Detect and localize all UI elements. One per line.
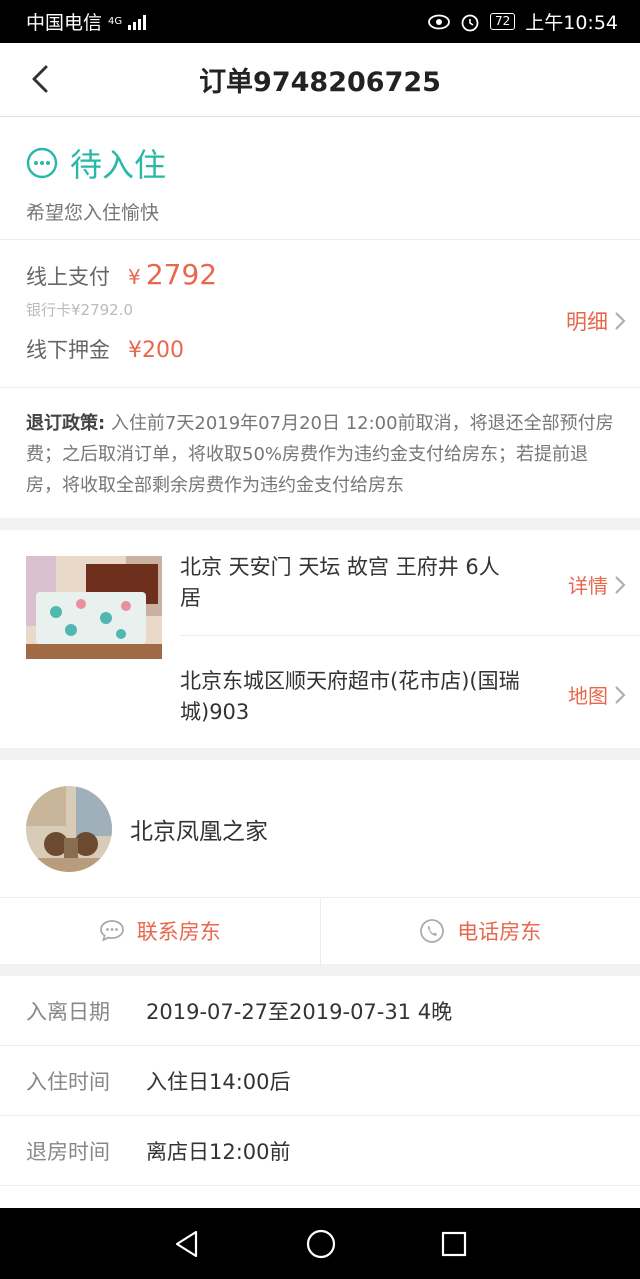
host-section[interactable]: 北京凤凰之家: [0, 760, 640, 898]
deposit-label: 线下押金: [26, 338, 110, 362]
info-value: 2019-07-27至2019-07-31 4晚: [146, 999, 453, 1024]
house-photo[interactable]: [26, 556, 162, 659]
info-value: 离店日12:00前: [146, 1139, 291, 1164]
checkin-time-row: 入住时间 入住日14:00后: [0, 1046, 640, 1116]
status-bar: 中国电信 4G 72 上午10:54: [0, 0, 640, 43]
nav-back-icon[interactable]: [172, 1229, 202, 1259]
currency-symbol: ¥: [128, 265, 141, 289]
online-payment-label: 线上支付: [26, 265, 110, 289]
contact-actions: 联系房东 电话房东: [0, 898, 640, 964]
host-avatar-image: [26, 785, 112, 872]
stay-info-list: 入离日期 2019-07-27至2019-07-31 4晚 入住时间 入住日14…: [0, 976, 640, 1186]
network-label: 4G: [108, 16, 123, 27]
section-divider: [0, 964, 640, 976]
section-divider: [0, 748, 640, 760]
house-title-row[interactable]: 北京 天安门 天坛 故宫 王府井 6人居 详情: [180, 530, 640, 636]
order-status-title: 待入住: [70, 146, 167, 184]
nav-bar: 订单9748206725: [0, 43, 640, 117]
order-status-subtitle: 希望您入住愉快: [26, 202, 160, 224]
order-status-section: 待入住 希望您入住愉快: [0, 118, 640, 240]
online-payment-row: 线上支付 ¥ 2792: [26, 258, 614, 291]
section-divider: [0, 518, 640, 530]
status-bar-right: 72 上午10:54: [428, 8, 618, 35]
host-avatar[interactable]: [26, 785, 112, 872]
back-arrow-icon[interactable]: [24, 63, 56, 95]
map-label: 地图: [568, 684, 608, 708]
contact-host-button[interactable]: 联系房东: [0, 898, 320, 964]
deposit-row: 线下押金 ¥200: [26, 334, 614, 364]
info-label: 入住时间: [26, 1069, 110, 1094]
call-host-label: 电话房东: [457, 920, 542, 944]
payment-detail-label: 明细: [566, 310, 608, 334]
house-title: 北京 天安门 天坛 故宫 王府井 6人居: [180, 555, 500, 610]
call-host-button[interactable]: 电话房东: [319, 898, 640, 964]
payment-section: 线上支付 ¥ 2792 银行卡¥2792.0 线下押金 ¥200 明细: [0, 240, 640, 388]
house-detail-label: 详情: [568, 574, 608, 598]
bed-photo-icon: [26, 556, 162, 659]
status-bar-left: 中国电信 4G: [26, 8, 147, 35]
policy-label: 退订政策:: [26, 413, 106, 434]
house-detail-link[interactable]: 详情: [568, 570, 626, 599]
info-label: 入离日期: [26, 999, 110, 1024]
nav-home-icon[interactable]: [305, 1228, 337, 1260]
signal-icon: [128, 14, 147, 30]
chevron-right-icon: [615, 685, 626, 704]
house-address: 北京东城区顺天府超市(花市店)(国瑞城)903: [180, 669, 520, 724]
online-payment-amount: 2792: [145, 258, 218, 291]
cancellation-policy: 退订政策: 入住前7天2019年07月20日 12:00前取消，将退还全部预付房…: [0, 388, 640, 518]
online-payment-amount-wrap: ¥ 2792: [128, 258, 217, 291]
system-nav-bar: [0, 1208, 640, 1279]
contact-host-label: 联系房东: [136, 920, 221, 944]
map-link[interactable]: 地图: [568, 680, 626, 709]
payment-method: 银行卡¥2792.0: [26, 301, 134, 319]
stay-dates-row: 入离日期 2019-07-27至2019-07-31 4晚: [0, 976, 640, 1046]
pending-dots-icon: [26, 147, 58, 179]
order-status-row: 待入住: [26, 140, 614, 186]
nav-recents-icon[interactable]: [440, 1230, 468, 1258]
page-title: 订单9748206725: [199, 67, 441, 98]
battery-icon: 72: [489, 13, 516, 30]
chat-bubble-icon: [99, 920, 124, 942]
info-label: 退房时间: [26, 1139, 110, 1164]
chevron-right-icon: [615, 312, 626, 330]
info-value: 入住日14:00后: [146, 1069, 291, 1094]
eye-icon: [428, 14, 450, 29]
payment-detail-link[interactable]: 明细: [566, 306, 626, 336]
house-address-row[interactable]: 北京东城区顺天府超市(花市店)(国瑞城)903 地图: [180, 636, 640, 748]
checkout-time-row: 退房时间 离店日12:00前: [0, 1116, 640, 1186]
house-section: 北京 天安门 天坛 故宫 王府井 6人居 详情 北京东城区顺天府超市(花市店)(…: [0, 530, 640, 748]
chevron-right-icon: [615, 575, 626, 594]
phone-icon: [420, 919, 445, 943]
carrier-label: 中国电信: [26, 12, 103, 34]
policy-text: 入住前7天2019年07月20日 12:00前取消，将退还全部预付房费；之后取消…: [26, 413, 614, 496]
host-name: 北京凤凰之家: [130, 818, 268, 845]
clock-label: 上午10:54: [525, 12, 618, 34]
alarm-icon: [461, 14, 479, 31]
deposit-amount: ¥200: [128, 338, 184, 363]
